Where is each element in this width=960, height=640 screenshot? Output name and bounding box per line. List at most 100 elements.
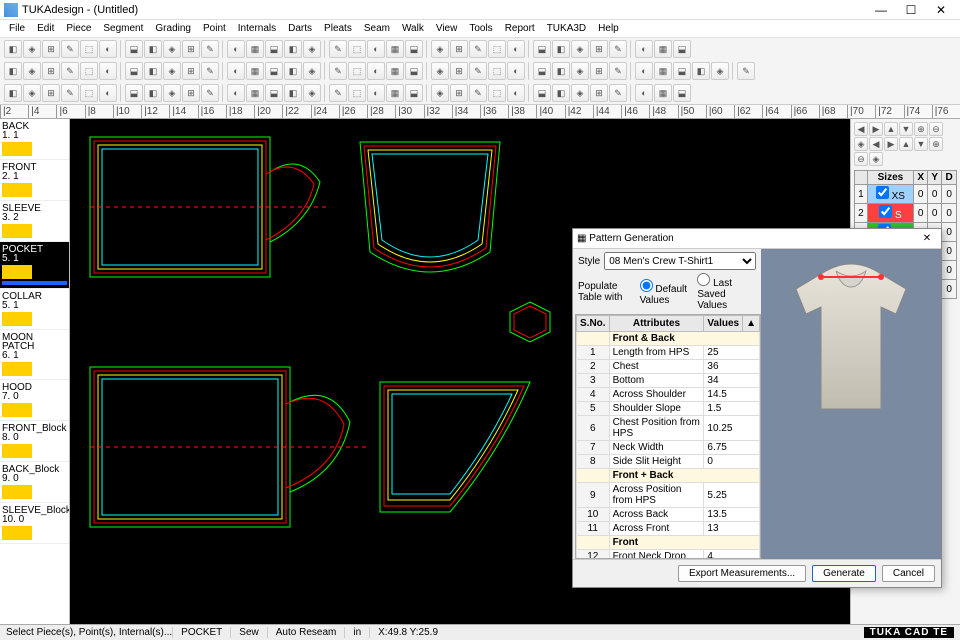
toolbar-button[interactable]: ⬚ <box>348 84 366 102</box>
piece-item-back[interactable]: BACK1. 1 <box>0 119 69 160</box>
toolbar-button[interactable]: ◧ <box>284 84 302 102</box>
toolbar-button[interactable]: ⊞ <box>42 40 60 58</box>
toolbar-button[interactable]: ◧ <box>284 40 302 58</box>
toolbar-button[interactable]: ⬚ <box>80 40 98 58</box>
toolbar-button[interactable]: ⊞ <box>182 84 200 102</box>
grade-tool-button[interactable]: ⊖ <box>929 122 943 136</box>
toolbar-button[interactable]: ⬓ <box>125 84 143 102</box>
toolbar-button[interactable]: ◧ <box>552 40 570 58</box>
attr-row[interactable]: 9Across Position from HPS5.25 <box>577 483 760 508</box>
toolbar-button[interactable]: ◈ <box>711 62 729 80</box>
toolbar-button[interactable]: ⬓ <box>533 62 551 80</box>
attr-row[interactable]: 12Front Neck Drop4 <box>577 550 760 560</box>
toolbar-button[interactable]: ⊞ <box>590 62 608 80</box>
toolbar-button[interactable]: ◐ <box>99 40 117 58</box>
radio-last-saved-values[interactable]: Last Saved Values <box>697 273 756 311</box>
toolbar-button[interactable]: ◈ <box>431 40 449 58</box>
toolbar-button[interactable]: ⊞ <box>450 40 468 58</box>
toolbar-button[interactable]: ⊞ <box>182 62 200 80</box>
toolbar-button[interactable]: ✎ <box>469 62 487 80</box>
toolbar-button[interactable]: ◐ <box>99 84 117 102</box>
toolbar-button[interactable]: ◈ <box>431 62 449 80</box>
toolbar-button[interactable]: ⊞ <box>450 84 468 102</box>
toolbar-button[interactable]: ⬓ <box>405 62 423 80</box>
toolbar-button[interactable]: ✎ <box>201 40 219 58</box>
toolbar-button[interactable]: ◐ <box>367 40 385 58</box>
export-measurements-button[interactable]: Export Measurements... <box>678 565 806 582</box>
toolbar-button[interactable]: ✎ <box>61 84 79 102</box>
toolbar-button[interactable]: ◈ <box>303 84 321 102</box>
menu-point[interactable]: Point <box>198 23 231 34</box>
toolbar-button[interactable]: ◧ <box>144 40 162 58</box>
menu-walk[interactable]: Walk <box>397 23 429 34</box>
toolbar-button[interactable]: ◈ <box>163 40 181 58</box>
attr-row[interactable]: 4Across Shoulder14.5 <box>577 388 760 402</box>
toolbar-button[interactable]: ▦ <box>654 40 672 58</box>
menu-file[interactable]: File <box>4 23 30 34</box>
toolbar-button[interactable]: ◧ <box>552 62 570 80</box>
toolbar-button[interactable]: ⊞ <box>42 84 60 102</box>
piece-item-front_block[interactable]: FRONT_Block8. 0 <box>0 421 69 462</box>
piece-item-front[interactable]: FRONT2. 1 <box>0 160 69 201</box>
toolbar-button[interactable]: ◧ <box>4 40 22 58</box>
grade-tool-button[interactable]: ◈ <box>869 152 883 166</box>
toolbar-button[interactable]: ◧ <box>4 62 22 80</box>
menu-edit[interactable]: Edit <box>32 23 59 34</box>
grade-tool-button[interactable]: ⊕ <box>929 137 943 151</box>
toolbar-button[interactable]: ⬓ <box>125 40 143 58</box>
toolbar-button[interactable]: ⊞ <box>42 62 60 80</box>
pattern-generation-dialog[interactable]: ▦ Pattern Generation ✕ Style 08 Men's Cr… <box>572 228 942 588</box>
toolbar-button[interactable]: ◈ <box>23 40 41 58</box>
toolbar-button[interactable]: ⬓ <box>405 84 423 102</box>
toolbar-button[interactable]: ◧ <box>144 84 162 102</box>
toolbar-button[interactable]: ⬓ <box>265 40 283 58</box>
toolbar-button[interactable]: ⬓ <box>125 62 143 80</box>
toolbar-button[interactable]: ◐ <box>635 62 653 80</box>
toolbar-button[interactable]: ◧ <box>692 62 710 80</box>
toolbar-button[interactable]: ▦ <box>246 62 264 80</box>
toolbar-button[interactable]: ⬚ <box>488 84 506 102</box>
toolbar-button[interactable]: ◐ <box>367 62 385 80</box>
toolbar-button[interactable]: ◐ <box>227 84 245 102</box>
grade-tool-button[interactable]: ⊕ <box>914 122 928 136</box>
grade-tool-button[interactable]: ◈ <box>854 137 868 151</box>
piece-item-back_block[interactable]: BACK_Block9. 0 <box>0 462 69 503</box>
menu-report[interactable]: Report <box>500 23 540 34</box>
toolbar-button[interactable]: ⬓ <box>533 40 551 58</box>
grade-tool-button[interactable]: ▶ <box>869 122 883 136</box>
menu-grading[interactable]: Grading <box>150 23 196 34</box>
toolbar-button[interactable]: ◈ <box>163 84 181 102</box>
toolbar-button[interactable]: ⬓ <box>265 84 283 102</box>
piece-item-sleeve[interactable]: SLEEVE3. 2 <box>0 201 69 242</box>
size-row[interactable]: 1 XS000 <box>855 185 957 204</box>
toolbar-button[interactable]: ✎ <box>469 84 487 102</box>
attr-row[interactable]: 8Side Slit Height0 <box>577 455 760 469</box>
attributes-table[interactable]: S.No. Attributes Values ▲ Front & Back1L… <box>576 315 760 559</box>
toolbar-button[interactable]: ◐ <box>635 40 653 58</box>
menu-darts[interactable]: Darts <box>283 23 317 34</box>
toolbar-button[interactable]: ✎ <box>329 84 347 102</box>
toolbar-button[interactable]: ◈ <box>303 62 321 80</box>
size-row[interactable]: 2 S000 <box>855 204 957 223</box>
toolbar-button[interactable]: ⊞ <box>450 62 468 80</box>
toolbar-button[interactable]: ⬚ <box>348 40 366 58</box>
style-select[interactable]: 08 Men's Crew T-Shirt1 <box>604 252 756 270</box>
piece-item-pocket[interactable]: POCKET5. 1 <box>0 242 69 289</box>
toolbar-button[interactable]: ⊞ <box>182 40 200 58</box>
grade-tool-button[interactable]: ▲ <box>899 137 913 151</box>
toolbar-button[interactable]: ✎ <box>61 62 79 80</box>
toolbar-button[interactable]: ⬚ <box>488 62 506 80</box>
attr-row[interactable]: 7Neck Width6.75 <box>577 441 760 455</box>
menu-seam[interactable]: Seam <box>359 23 395 34</box>
toolbar-button[interactable]: ◧ <box>284 62 302 80</box>
toolbar-button[interactable]: ▦ <box>654 62 672 80</box>
toolbar-button[interactable]: ✎ <box>737 62 755 80</box>
toolbar-button[interactable]: ⬚ <box>80 84 98 102</box>
menu-tuka3d[interactable]: TUKA3D <box>542 23 591 34</box>
grade-tool-button[interactable]: ▼ <box>899 122 913 136</box>
piece-item-collar[interactable]: COLLAR5. 1 <box>0 289 69 330</box>
toolbar-button[interactable]: ⬚ <box>348 62 366 80</box>
grade-tool-button[interactable]: ▲ <box>884 122 898 136</box>
toolbar-button[interactable]: ◐ <box>507 84 525 102</box>
menu-help[interactable]: Help <box>593 23 624 34</box>
